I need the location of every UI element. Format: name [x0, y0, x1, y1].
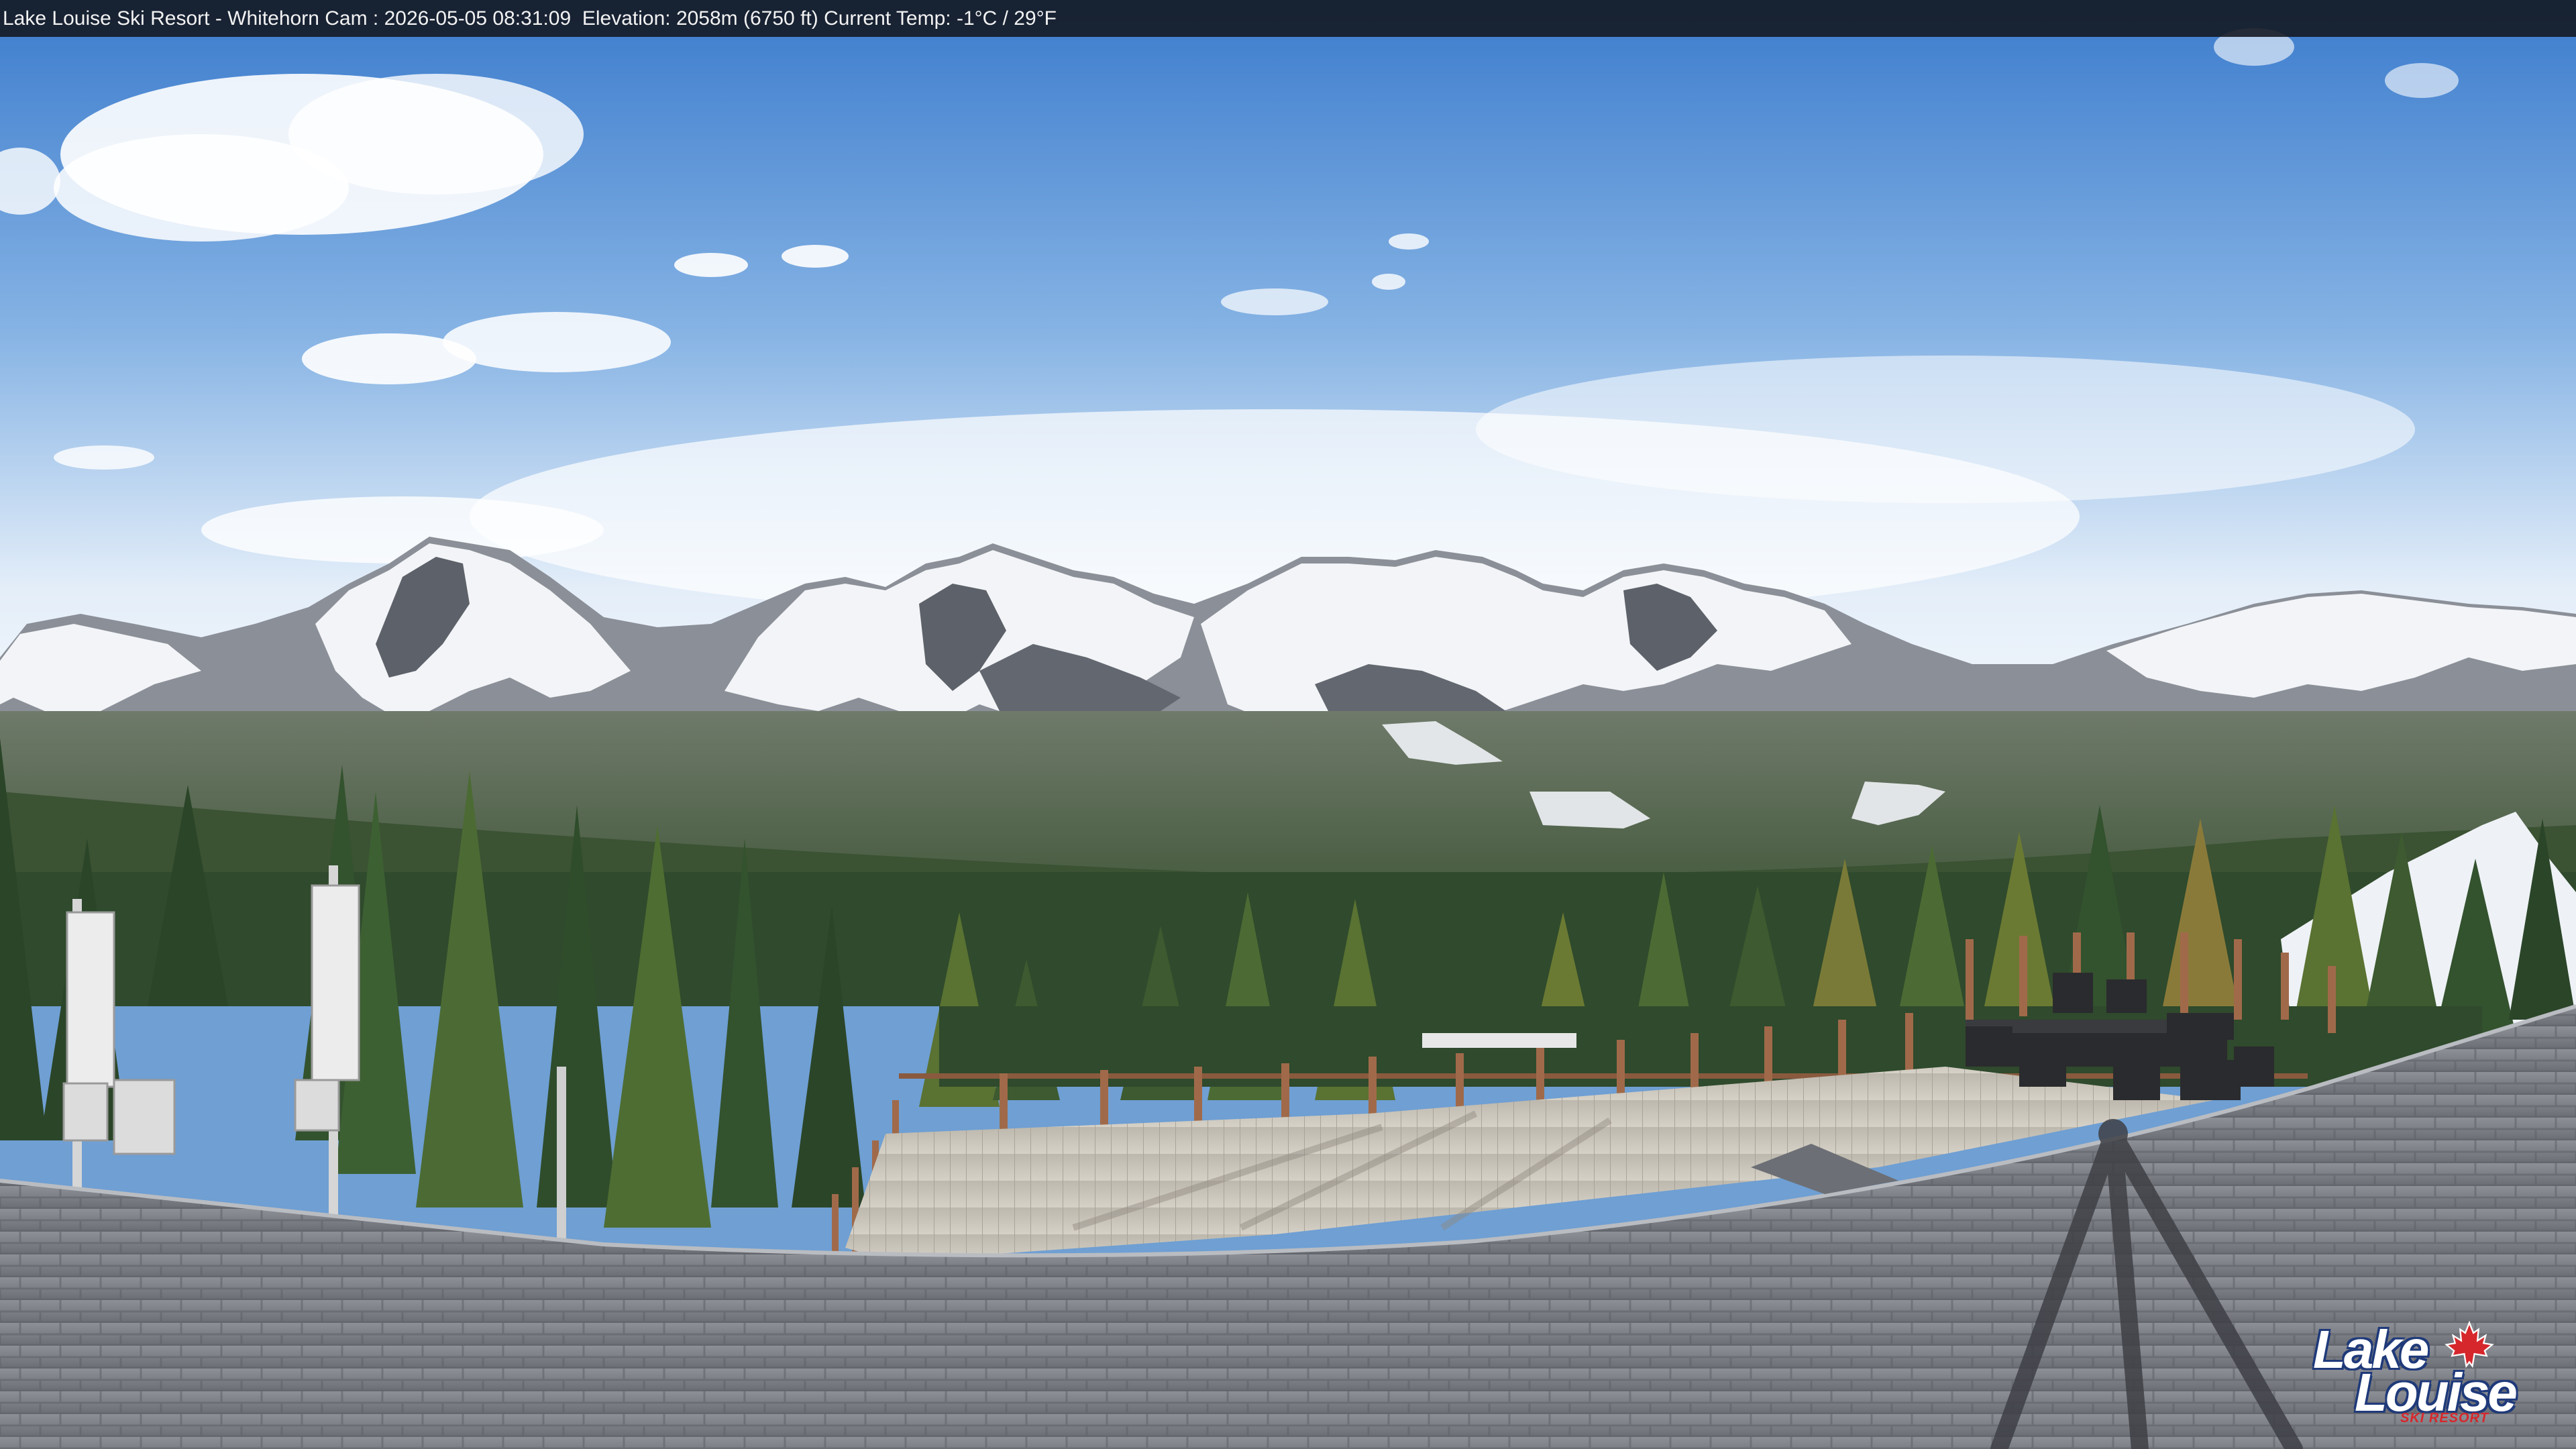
separator: :: [367, 7, 384, 30]
webcam-frame: Lake Louise Ski Resort - Whitehorn Cam :…: [0, 0, 2576, 1449]
temp-label: Current Temp:: [824, 7, 951, 30]
camera-name: Whitehorn Cam: [227, 7, 368, 30]
timestamp: 2026-05-05 08:31:09: [384, 7, 572, 30]
elevation-label: Elevation:: [582, 7, 671, 30]
resort-name: Lake Louise Ski Resort: [3, 7, 210, 30]
mountain-scene-image: [0, 0, 2576, 1449]
temp-value: -1°C / 29°F: [956, 7, 1057, 30]
camera-info-bar: Lake Louise Ski Resort - Whitehorn Cam :…: [0, 0, 2576, 37]
lake-louise-logo: Lake Louise SKI RESORT: [2313, 1320, 2518, 1426]
logo-tagline: SKI RESORT: [2400, 1411, 2489, 1426]
separator: -: [209, 7, 228, 30]
elevation-value: 2058m (6750 ft): [676, 7, 818, 30]
